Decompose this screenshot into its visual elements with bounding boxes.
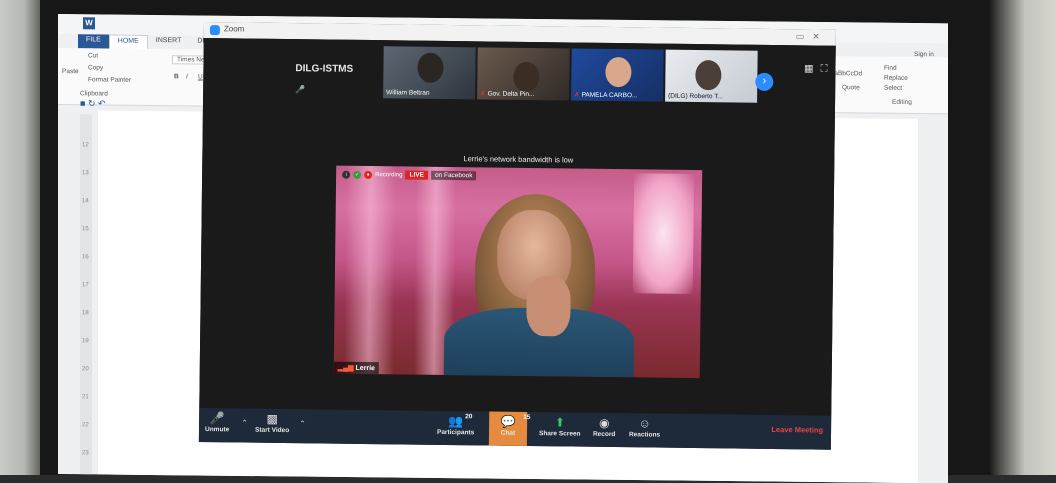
participant-thumbnail[interactable]: (DILG) Roberto T... [665,49,758,103]
meeting-name: DILG-ISTMS [295,63,354,75]
info-icon[interactable]: i [342,170,351,179]
gallery-view-icon[interactable]: ▦ [804,63,814,74]
find-button[interactable]: Find [884,65,897,72]
shield-icon[interactable]: ✓ [353,170,362,179]
video-options-caret[interactable]: ⌃ [299,419,306,428]
vertical-ruler: 12 13 14 15 16 17 18 19 20 21 22 23 [80,114,92,475]
audio-options-caret[interactable]: ⌃ [241,418,248,427]
undo-icon[interactable]: ↶ [98,98,106,108]
record-label: Record [592,430,616,439]
start-video-label: Start Video [254,426,290,435]
quick-access-toolbar: ■ ↻ ↶ [80,98,106,109]
participant-name: ✗ PAMELA CARBO... [574,91,638,100]
participant-thumbnail[interactable]: William Beltran [383,46,476,100]
share-screen-icon: ⬆ [554,415,566,430]
zoom-logo-icon [209,25,220,36]
chat-count: 15 [523,413,531,422]
recording-label: Recording [375,171,403,178]
participant-name: William Beltran [386,89,430,97]
meeting-stage: DILG-ISTMS 🎤 William Beltran ✗ Gov. Delta… [199,37,836,416]
participants-count: 20 [465,413,473,421]
save-icon[interactable]: ■ [80,98,85,108]
clipboard-group-label: Clipboard [80,90,108,98]
format-painter-button[interactable]: Format Painter [88,76,131,83]
participant-name: ✗ Gov. Delta Pin... [480,90,535,99]
mic-muted-icon: ✗ [574,91,580,99]
video-off-icon: ▩ [266,411,279,426]
reactions-icon: ☺ [638,416,651,431]
ruler-number: 23 [82,450,89,457]
unmute-button[interactable]: 🎤 Unmute [205,410,229,433]
chat-button[interactable]: 💬 Chat [488,411,528,446]
participant-avatar [417,52,444,83]
start-video-button[interactable]: ▩ Start Video [255,411,289,434]
tab-file[interactable]: FILE [78,34,109,49]
record-button[interactable]: ◉ Record [593,415,616,438]
bold-button[interactable]: B [174,73,179,80]
replace-button[interactable]: Replace [884,75,908,82]
participant-avatar [695,60,722,91]
leave-meeting-button[interactable]: Leave Meeting [771,425,823,435]
paste-button[interactable]: Paste [62,68,79,75]
participant-thumbnail[interactable]: ✗ PAMELA CARBO... [571,48,664,102]
ruler-number: 16 [82,254,89,261]
record-dot-icon: ● [364,170,373,179]
zoom-window-title: Zoom [223,24,245,34]
participant-thumbnail[interactable]: ✗ Gov. Delta Pin... [477,47,570,101]
editing-group-label: Editing [892,98,912,106]
signal-bars-icon: ▂▄▆ [337,364,354,372]
redo-icon[interactable]: ↻ [88,98,96,108]
microphone-muted-icon: 🎤 [295,85,306,95]
chat-icon: 💬 [500,414,516,429]
fullscreen-icon[interactable]: ⛶ [820,64,827,75]
record-icon: ◉ [598,415,610,430]
ruler-number: 20 [82,366,89,373]
ruler-number: 15 [82,226,89,233]
select-button[interactable]: Select [884,85,902,92]
ruler-number: 22 [82,422,89,429]
speaker-hand [526,275,571,337]
ruler-number: 19 [82,338,89,345]
tab-insert[interactable]: INSERT [148,35,190,49]
mic-muted-icon: ✗ [480,90,486,98]
share-screen-button[interactable]: ⬆ Share Screen [538,414,581,438]
copy-button[interactable]: Copy [88,64,103,71]
recording-bar: i ✓ ● Recording LIVE on Facebook [342,170,477,181]
reactions-button[interactable]: ☺ Reactions [629,415,660,438]
ruler-number: 14 [82,198,89,205]
italic-button[interactable]: I [186,73,188,80]
participants-label: Participants [436,428,475,437]
word-logo-icon: W [83,17,95,30]
zoom-window: Zoom ▭✕ DILG-ISTMS 🎤 William Beltran ✗ Go… [198,22,836,450]
ruler-number: 13 [82,170,89,177]
speaker-name-tag: ▂▄▆ Lerrie [333,361,380,375]
style-quote[interactable]: Quote [842,84,860,91]
participant-avatar [605,56,632,88]
next-page-icon[interactable]: › [755,72,774,91]
cut-button[interactable]: Cut [88,52,98,59]
live-badge: LIVE [405,170,429,180]
underline-button[interactable]: U [198,73,203,80]
tab-home[interactable]: HOME [108,34,148,49]
participant-strip: William Beltran ✗ Gov. Delta Pin... ✗ PAME… [383,46,758,103]
curtain-highlight [343,165,397,375]
reactions-label: Reactions [628,431,661,439]
chat-label: Chat [500,429,516,437]
background-wall-right [986,0,1056,475]
facebook-label: on Facebook [430,170,477,181]
active-speaker-video[interactable]: i ✓ ● Recording LIVE on Facebook ▂▄▆ Lerr… [333,165,703,379]
unmute-label: Unmute [204,426,230,434]
participant-name: (DILG) Roberto T... [668,92,723,101]
ruler-number: 12 [82,142,89,149]
window-controls[interactable]: ▭✕ [796,31,828,42]
sign-in-link[interactable]: Sign in [914,51,934,58]
bandwidth-notice: Lerrie's network bandwidth is low [463,154,574,165]
share-screen-label: Share Screen [538,430,581,438]
ruler-number: 21 [82,394,89,401]
microphone-muted-icon: 🎤 [209,411,225,426]
participant-avatar [513,61,540,93]
window-light [632,173,695,294]
ruler-number: 18 [82,310,89,317]
ruler-number: 17 [82,282,89,289]
